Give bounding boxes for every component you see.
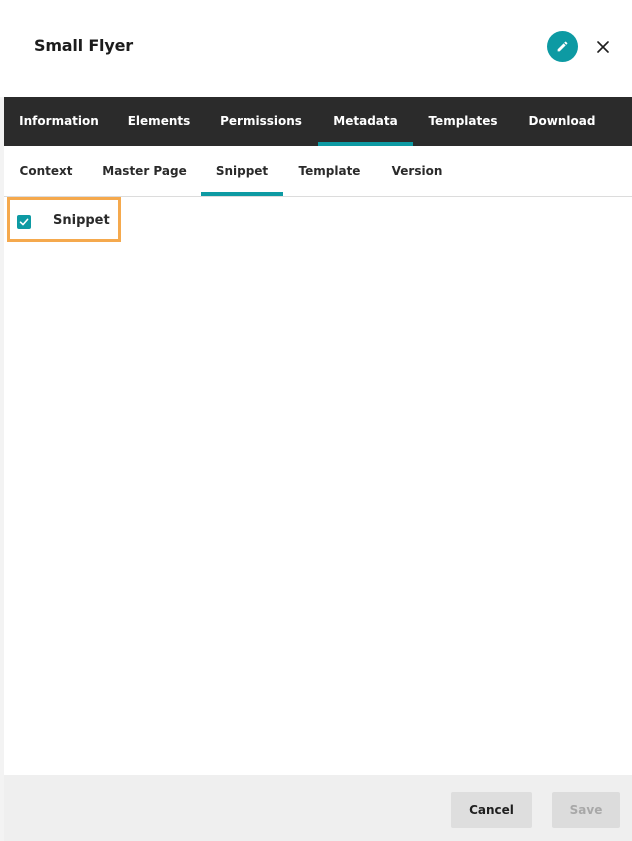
dialog-header: Small Flyer [0, 0, 632, 97]
pencil-icon [556, 40, 569, 53]
secondary-tab-bar: Context Master Page Snippet Template Ver… [4, 146, 632, 197]
subtab-master-page[interactable]: Master Page [88, 146, 201, 196]
content-area: Snippet [4, 197, 632, 775]
tab-elements[interactable]: Elements [114, 97, 204, 146]
tab-permissions[interactable]: Permissions [204, 97, 318, 146]
subtab-version[interactable]: Version [376, 146, 458, 196]
dialog-footer: Cancel Save [4, 775, 632, 841]
subtab-snippet[interactable]: Snippet [201, 146, 283, 196]
tab-templates[interactable]: Templates [413, 97, 513, 146]
cancel-button[interactable]: Cancel [451, 792, 532, 828]
tab-metadata[interactable]: Metadata [318, 97, 413, 146]
tab-download[interactable]: Download [513, 97, 611, 146]
primary-tab-bar: Information Elements Permissions Metadat… [4, 97, 632, 146]
dialog: Small Flyer Information Elements Permiss… [0, 0, 632, 841]
subtab-context[interactable]: Context [4, 146, 88, 196]
snippet-checkbox-label: Snippet [53, 213, 110, 228]
dialog-title: Small Flyer [34, 36, 133, 55]
close-icon [597, 41, 609, 53]
subtab-template[interactable]: Template [283, 146, 376, 196]
check-icon [19, 217, 29, 227]
close-button[interactable] [592, 36, 614, 58]
snippet-checkbox[interactable] [17, 215, 31, 229]
save-button[interactable]: Save [552, 792, 620, 828]
snippet-checkbox-field[interactable]: Snippet [7, 197, 121, 242]
tab-information[interactable]: Information [4, 97, 114, 146]
edit-button[interactable] [547, 31, 578, 62]
